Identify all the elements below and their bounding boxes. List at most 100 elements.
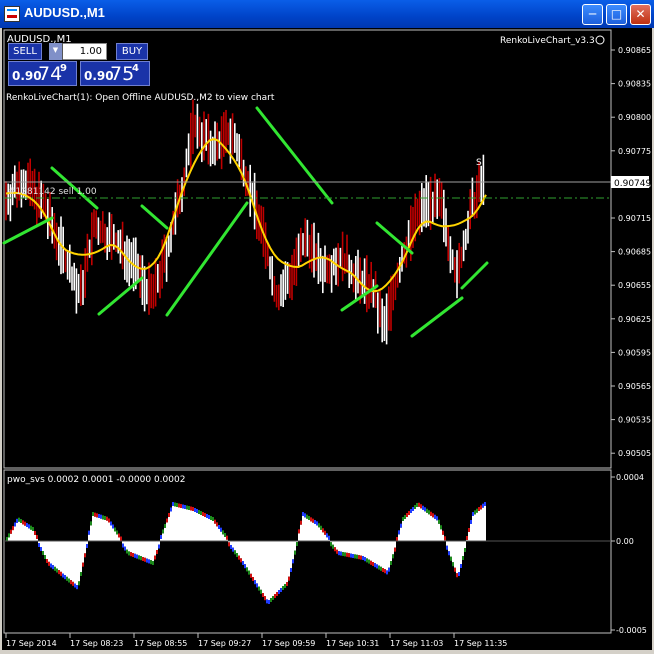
oscillator-bar-edge <box>30 525 32 530</box>
buy-button[interactable]: BUY <box>116 43 148 60</box>
oscillator-bar-edge <box>36 535 38 539</box>
oscillator-bar-edge <box>472 512 474 516</box>
oscillator-bar <box>204 517 206 541</box>
oscillator-bar <box>264 541 266 597</box>
candles-layer <box>5 99 485 345</box>
oscillator-bar <box>446 541 448 546</box>
oscillator-bar-edge <box>46 559 48 563</box>
oscillator-bar <box>30 529 32 541</box>
oscillator-bars-layer <box>6 502 486 604</box>
oscillator-bar-edge <box>450 556 452 561</box>
oscillator-axis: 0.0004 0.00 -0.0005 <box>611 473 647 635</box>
oscillator-bar-edge <box>230 545 232 549</box>
oscillator-bar-edge <box>462 556 464 560</box>
oscillator-bar <box>448 541 450 552</box>
oscillator-bar <box>60 541 62 572</box>
oscillator-bar-edge <box>300 520 302 525</box>
oscillator-bar <box>338 541 340 552</box>
oscillator-bar-edge <box>474 510 476 515</box>
oscillator-bar <box>424 511 426 541</box>
oscillator-bar-edge <box>28 524 30 529</box>
oscillator-bar-edge <box>368 559 370 564</box>
oscillator-bar <box>310 521 312 541</box>
oscillator-bar-edge <box>254 580 256 585</box>
oscillator-bar <box>188 510 190 541</box>
oscillator-bar-edge <box>372 562 374 566</box>
oscillator-bar-edge <box>24 521 26 526</box>
oscillator-bar <box>352 541 354 554</box>
oscillator-bar <box>362 541 364 556</box>
oscillator-bar <box>346 541 348 553</box>
oscillator-bar-edge <box>10 529 12 534</box>
oscillator-bar <box>156 541 158 550</box>
maximize-button[interactable]: □ <box>606 4 627 25</box>
oscillator-bar-edge <box>70 580 72 585</box>
channel-segment <box>97 276 144 316</box>
time-tick-label: 17 Sep 10:31 <box>326 639 379 648</box>
oscillator-bar-edge <box>86 544 88 548</box>
oscillator-bar-edge <box>114 527 116 532</box>
oscillator-bar-edge <box>326 533 328 538</box>
price-axis: 0.908650.908350.908000.907750.907450.907… <box>611 46 651 458</box>
oscillator-bar <box>312 522 314 541</box>
oscillator-tick-label: 0.00 <box>616 537 634 546</box>
oscillator-bar <box>12 530 14 541</box>
oscillator-bar-edge <box>40 547 42 551</box>
oscillator-bar-edge <box>166 518 168 523</box>
oscillator-bar-edge <box>198 510 200 514</box>
title-bar[interactable]: AUDUSD.,M1 ─ □ ✕ <box>0 0 654 28</box>
close-button[interactable]: ✕ <box>630 4 651 25</box>
oscillator-bar-edge <box>22 520 24 525</box>
oscillator-bar <box>332 541 334 545</box>
oscillator-bar <box>110 525 112 541</box>
oscillator-bar-edge <box>20 519 22 523</box>
oscillator-bar <box>92 516 94 541</box>
chart-area[interactable]: AUDUSD.,M1 RenkoLiveChart_v3.3 RenkoLive… <box>2 28 652 650</box>
oscillator-bar <box>20 523 22 541</box>
oscillator-bar <box>48 541 50 562</box>
oscillator-bar <box>234 541 236 551</box>
oscillator-bar <box>284 541 286 584</box>
oscillator-bar <box>106 520 108 541</box>
oscillator-bar-edge <box>478 507 480 511</box>
current-price-label: 0.90749 <box>614 179 651 189</box>
oscillator-bar-edge <box>190 506 192 511</box>
settings-icon[interactable] <box>595 35 605 45</box>
oscillator-bar-edge <box>298 529 300 534</box>
oscillator-bar <box>178 507 180 541</box>
oscillator-tick-label: -0.0005 <box>616 626 647 635</box>
oscillator-bar <box>198 514 200 541</box>
channel-segment <box>2 216 54 245</box>
oscillator-bar <box>172 506 174 541</box>
buy-price-box[interactable]: 0.90 75 4 <box>80 61 150 86</box>
lot-size-dropdown[interactable]: ▼ <box>49 43 63 60</box>
oscillator-bar-edge <box>328 535 330 540</box>
price-tick-label: 0.90535 <box>618 416 651 425</box>
oscillator-bar <box>146 541 148 559</box>
oscillator-bar-edge <box>66 576 68 581</box>
oscillator-bar-edge <box>152 561 154 565</box>
oscillator-bar-edge <box>258 586 260 591</box>
oscillator-bar-edge <box>192 507 194 511</box>
oscillator-bar <box>44 541 46 555</box>
sell-button[interactable]: SELL <box>8 43 42 60</box>
oscillator-bar <box>320 529 322 541</box>
oscillator-bar <box>238 541 240 556</box>
oscillator-bar-edge <box>180 504 182 508</box>
oscillator-bar <box>378 541 380 566</box>
oscillator-bar-edge <box>108 518 110 523</box>
price-chart[interactable]: AUDUSD.,M1 RenkoLiveChart_v3.3 RenkoLive… <box>2 28 652 650</box>
oscillator-bar <box>474 514 476 541</box>
oscillator-bar <box>170 511 172 541</box>
oscillator-bar-edge <box>142 557 144 561</box>
oscillator-bar-edge <box>346 552 348 557</box>
oscillator-bar <box>384 541 386 570</box>
oscillator-bar <box>258 541 260 587</box>
chart-window-icon[interactable] <box>4 6 20 22</box>
oscillator-bar <box>212 521 214 541</box>
minimize-button[interactable]: ─ <box>582 4 603 25</box>
oscillator-bar-edge <box>240 558 242 563</box>
oscillator-bar-edge <box>78 581 80 586</box>
oscillator-bar-edge <box>48 561 50 566</box>
sell-price-box[interactable]: 0.90 74 9 <box>8 61 77 86</box>
